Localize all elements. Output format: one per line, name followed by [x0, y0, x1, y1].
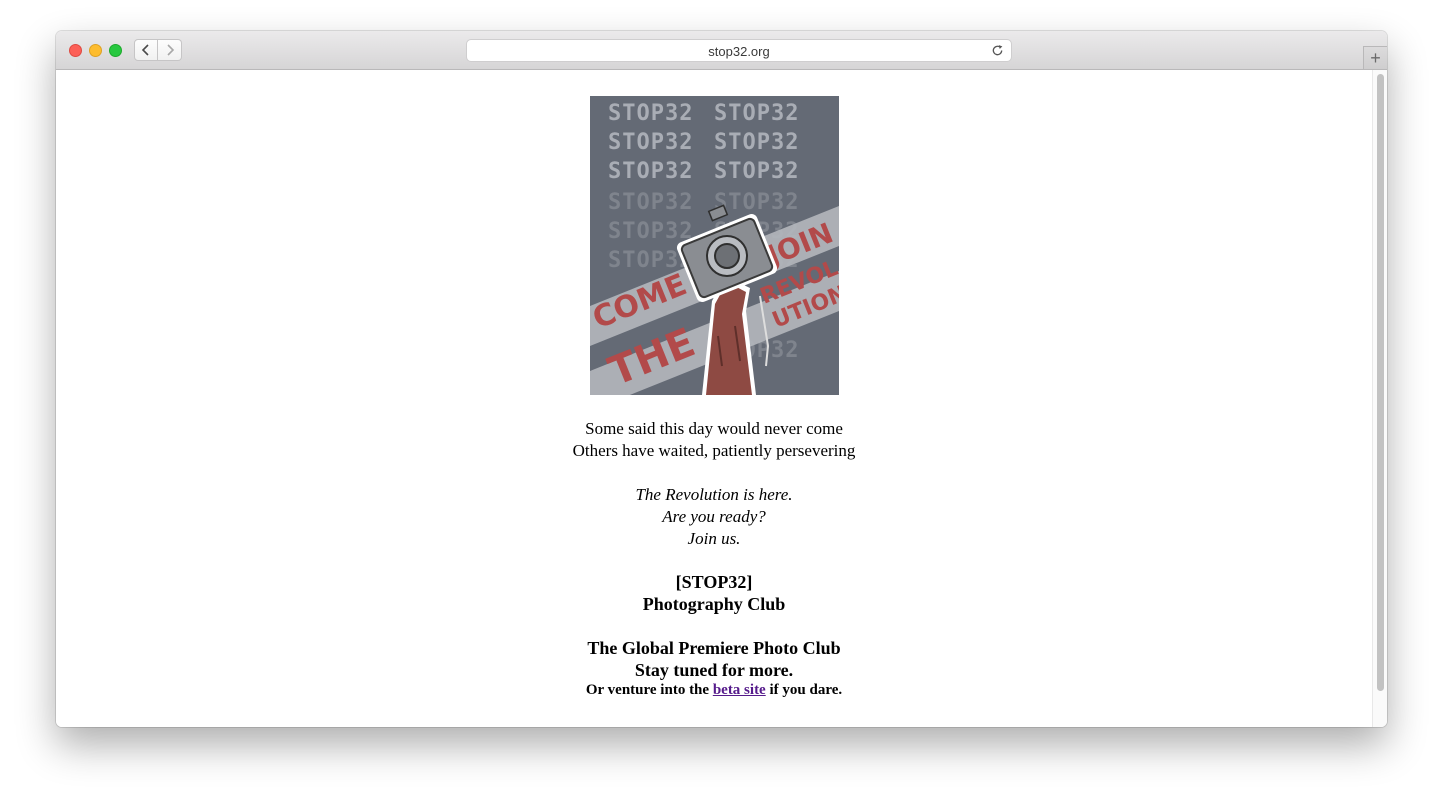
scrollbar-thumb[interactable] [1377, 74, 1384, 691]
beta-site-link[interactable]: beta site [713, 682, 766, 698]
wordmark-row: STOP32 [608, 101, 693, 126]
venture-line: Or venture into the beta site if you dar… [56, 681, 1372, 699]
intro-text: Some said this day would never come Othe… [56, 418, 1372, 462]
vertical-scrollbar[interactable] [1372, 70, 1387, 727]
wordmark-row: STOP32 [608, 130, 693, 155]
club-name: [STOP32] Photography Club [56, 571, 1372, 615]
wordmark-row: STOP32 [608, 219, 693, 244]
forward-button[interactable] [158, 39, 182, 61]
wordmark-row: STOP32 [714, 130, 799, 155]
reload-button[interactable] [990, 43, 1005, 58]
wordmark-row: STOP32 [608, 159, 693, 184]
club-subtitle: Photography Club [642, 594, 786, 614]
revolution-text: The Revolution is here. Are you ready? J… [56, 484, 1372, 550]
browser-toolbar: stop32.org + [56, 31, 1387, 70]
reload-icon [992, 45, 1003, 56]
wordmark-row: STOP32 [714, 101, 799, 126]
back-button[interactable] [134, 39, 158, 61]
chevron-right-icon [166, 44, 174, 56]
venture-prefix: Or venture into the [585, 682, 713, 698]
intro-line-2: Others have waited, patiently perseverin… [572, 441, 856, 460]
chevron-left-icon [141, 44, 149, 56]
wordmark-row: STOP32 [714, 159, 799, 184]
club-title: [STOP32] [675, 572, 753, 592]
tagline-premiere: The Global Premiere Photo Club [587, 638, 841, 658]
venture-suffix: if you dare. [765, 682, 843, 698]
wordmark-row: STOP32 [608, 190, 693, 215]
address-bar[interactable]: stop32.org [466, 39, 1012, 62]
intro-line-1: Some said this day would never come [585, 419, 843, 438]
tagline: The Global Premiere Photo Club Stay tune… [56, 637, 1372, 699]
browser-window: stop32.org + STOP32 STOP32 STOP32 STOP32… [56, 31, 1387, 727]
wordmark-row: STOP32 [714, 190, 799, 215]
join-line: Join us. [687, 529, 741, 548]
close-window-button[interactable] [69, 44, 82, 57]
stop32-poster-image: STOP32 STOP32 STOP32 STOP32 STOP32 STOP3… [590, 96, 839, 395]
url-text: stop32.org [708, 44, 770, 59]
tagline-stay-tuned: Stay tuned for more. [634, 660, 794, 680]
revolution-line: The Revolution is here. [635, 485, 793, 504]
page-content: STOP32 STOP32 STOP32 STOP32 STOP32 STOP3… [56, 70, 1372, 727]
maximize-window-button[interactable] [109, 44, 122, 57]
minimize-window-button[interactable] [89, 44, 102, 57]
ready-line: Are you ready? [662, 507, 766, 526]
new-tab-button[interactable]: + [1363, 46, 1387, 69]
